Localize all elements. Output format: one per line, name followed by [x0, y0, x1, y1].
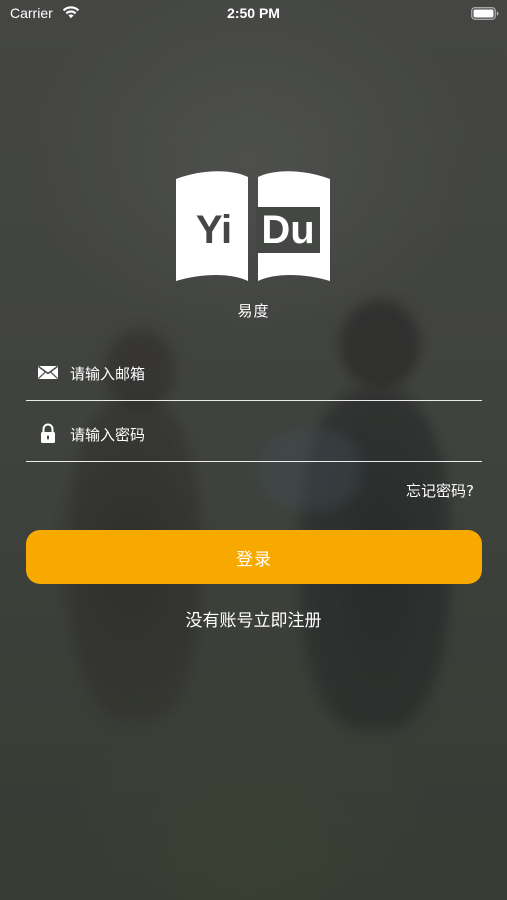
password-input[interactable] — [70, 415, 470, 455]
mail-icon — [38, 365, 58, 379]
login-screen: Carrier 2:50 PM Yi Du 易度 请输入邮箱 忘记密码? 登录 … — [0, 0, 507, 900]
lock-icon — [41, 423, 55, 443]
logo-text-right: Du — [261, 208, 314, 252]
login-button[interactable]: 登录 — [26, 530, 482, 584]
app-logo: Yi Du — [176, 171, 330, 281]
email-field — [26, 350, 482, 401]
password-field — [26, 411, 482, 462]
status-time: 2:50 PM — [227, 5, 280, 21]
logo-text-left: Yi — [196, 208, 232, 252]
status-bar: Carrier 2:50 PM — [0, 0, 507, 28]
app-name: 易度 — [237, 302, 270, 320]
battery-full-icon — [471, 7, 499, 20]
register-link[interactable]: 没有账号立即注册 — [0, 606, 507, 631]
forgot-password-link[interactable]: 忘记密码? — [406, 480, 474, 501]
email-input[interactable] — [70, 354, 470, 394]
